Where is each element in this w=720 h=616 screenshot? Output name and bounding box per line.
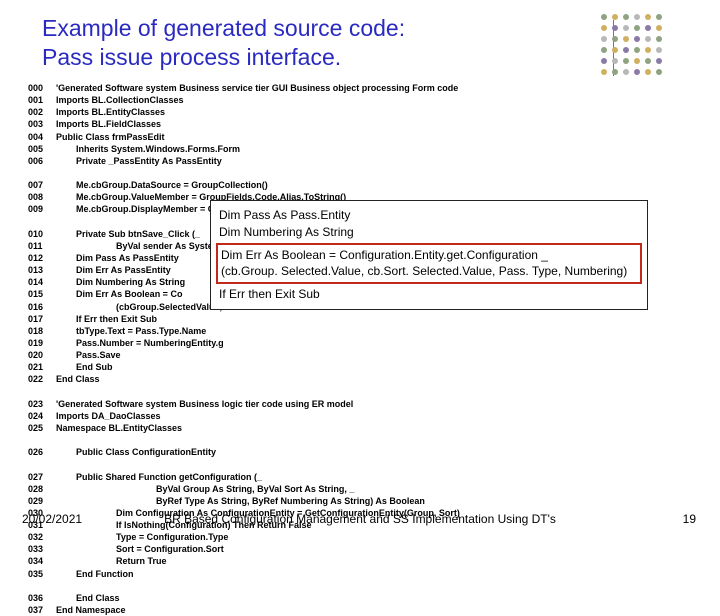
code-024: Imports DA_DaoClasses bbox=[56, 411, 161, 421]
code-021: End Sub bbox=[56, 362, 113, 372]
slide-title: Example of generated source code: Pass i… bbox=[42, 14, 405, 72]
code-015: Dim Err As Boolean = Co bbox=[56, 289, 182, 299]
code-034: Return True bbox=[56, 556, 167, 566]
code-003: Imports BL.FieldClasses bbox=[56, 119, 161, 129]
code-032: Type = Configuration.Type bbox=[56, 532, 228, 542]
decorative-dots bbox=[601, 14, 664, 77]
code-019: Pass.Number = NumberingEntity.g bbox=[56, 338, 224, 348]
code-022: End Class bbox=[56, 374, 100, 384]
code-033: Sort = Configuration.Sort bbox=[56, 544, 224, 554]
code-020: Pass.Save bbox=[56, 350, 121, 360]
source-code-listing: 000'Generated Software system Business s… bbox=[28, 82, 460, 616]
code-023: 'Generated Software system Business logi… bbox=[56, 399, 353, 409]
code-001: Imports BL.CollectionClasses bbox=[56, 95, 184, 105]
callout-line-2: Dim Numbering As String bbox=[219, 224, 639, 241]
code-011: ByVal sender As System.O bbox=[56, 241, 230, 251]
callout-line-4: (cb.Group. Selected.Value, cb.Sort. Sele… bbox=[221, 263, 637, 280]
code-028: ByVal Group As String, ByVal Sort As Str… bbox=[56, 484, 354, 494]
callout-line-1: Dim Pass As Pass.Entity bbox=[219, 207, 639, 224]
code-006: Private _PassEntity As PassEntity bbox=[56, 156, 222, 166]
title-line1: Example of generated source code: bbox=[42, 15, 405, 41]
code-005: Inherits System.Windows.Forms.Form bbox=[56, 144, 240, 154]
footer-title: BR Based Configuration Management and SS… bbox=[0, 512, 720, 526]
code-012: Dim Pass As PassEntity bbox=[56, 253, 179, 263]
code-017: If Err then Exit Sub bbox=[56, 314, 157, 324]
callout-line-3: Dim Err As Boolean = Configuration.Entit… bbox=[221, 247, 637, 264]
code-000: 'Generated Software system Business serv… bbox=[56, 83, 458, 93]
title-line2: Pass issue process interface. bbox=[42, 44, 341, 70]
code-026: Public Class ConfigurationEntity bbox=[56, 447, 216, 457]
footer-page-number: 19 bbox=[683, 512, 696, 526]
code-025: Namespace BL.EntityClasses bbox=[56, 423, 182, 433]
code-016: (cbGroup.SelectedValue, cb bbox=[56, 302, 235, 312]
code-014: Dim Numbering As String bbox=[56, 277, 185, 287]
callout-line-5: If Err then Exit Sub bbox=[219, 286, 639, 303]
code-004: Public Class frmPassEdit bbox=[56, 132, 165, 142]
callout-highlight: Dim Err As Boolean = Configuration.Entit… bbox=[216, 243, 642, 285]
code-013: Dim Err As PassEntity bbox=[56, 265, 171, 275]
code-029: ByRef Type As String, ByRef Numbering As… bbox=[56, 496, 425, 506]
code-027: Public Shared Function getConfiguration … bbox=[56, 472, 262, 482]
code-010: Private Sub btnSave_Click (_ bbox=[56, 229, 200, 239]
code-035: End Function bbox=[56, 569, 134, 579]
code-007: Me.cbGroup.DataSource = GroupCollection(… bbox=[56, 180, 268, 190]
code-callout-box: Dim Pass As Pass.Entity Dim Numbering As… bbox=[210, 200, 648, 310]
code-002: Imports BL.EntityClasses bbox=[56, 107, 165, 117]
code-018: tbType.Text = Pass.Type.Name bbox=[56, 326, 206, 336]
code-036: End Class bbox=[56, 593, 120, 603]
code-037: End Namespace bbox=[56, 605, 126, 615]
